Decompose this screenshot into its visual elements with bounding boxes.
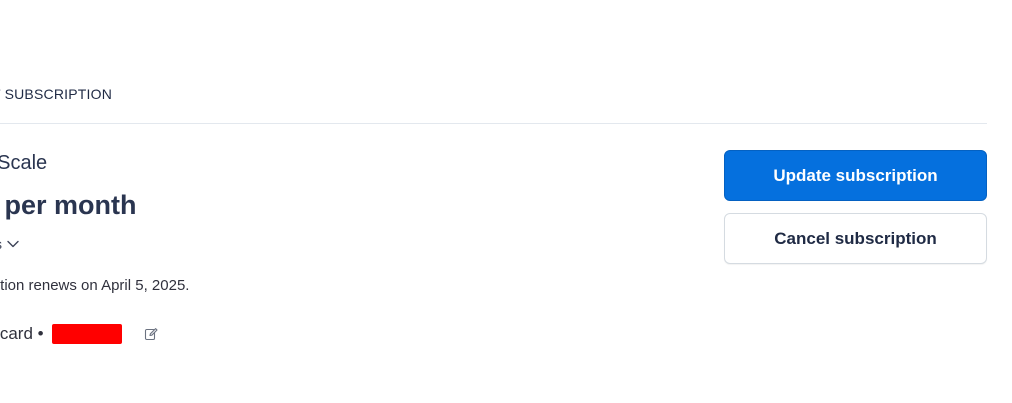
view-details-toggle[interactable]: ails — [0, 236, 20, 252]
divider — [0, 123, 987, 124]
payment-method-row: tercard • — [0, 324, 158, 344]
section-title: T SUBSCRIPTION — [0, 86, 113, 102]
edit-icon[interactable] — [144, 327, 158, 341]
details-label: ails — [0, 236, 2, 252]
plan-name: t Scale — [0, 152, 48, 174]
renewal-text: cription renews on April 5, 2025. — [0, 277, 190, 294]
chevron-down-icon — [7, 240, 19, 248]
payment-card-label: tercard • — [0, 324, 44, 343]
update-subscription-button[interactable]: Update subscription — [724, 150, 987, 201]
cancel-subscription-button[interactable]: Cancel subscription — [724, 213, 987, 264]
plan-price: 0 per month — [0, 190, 137, 220]
redacted-card-number — [51, 324, 122, 344]
